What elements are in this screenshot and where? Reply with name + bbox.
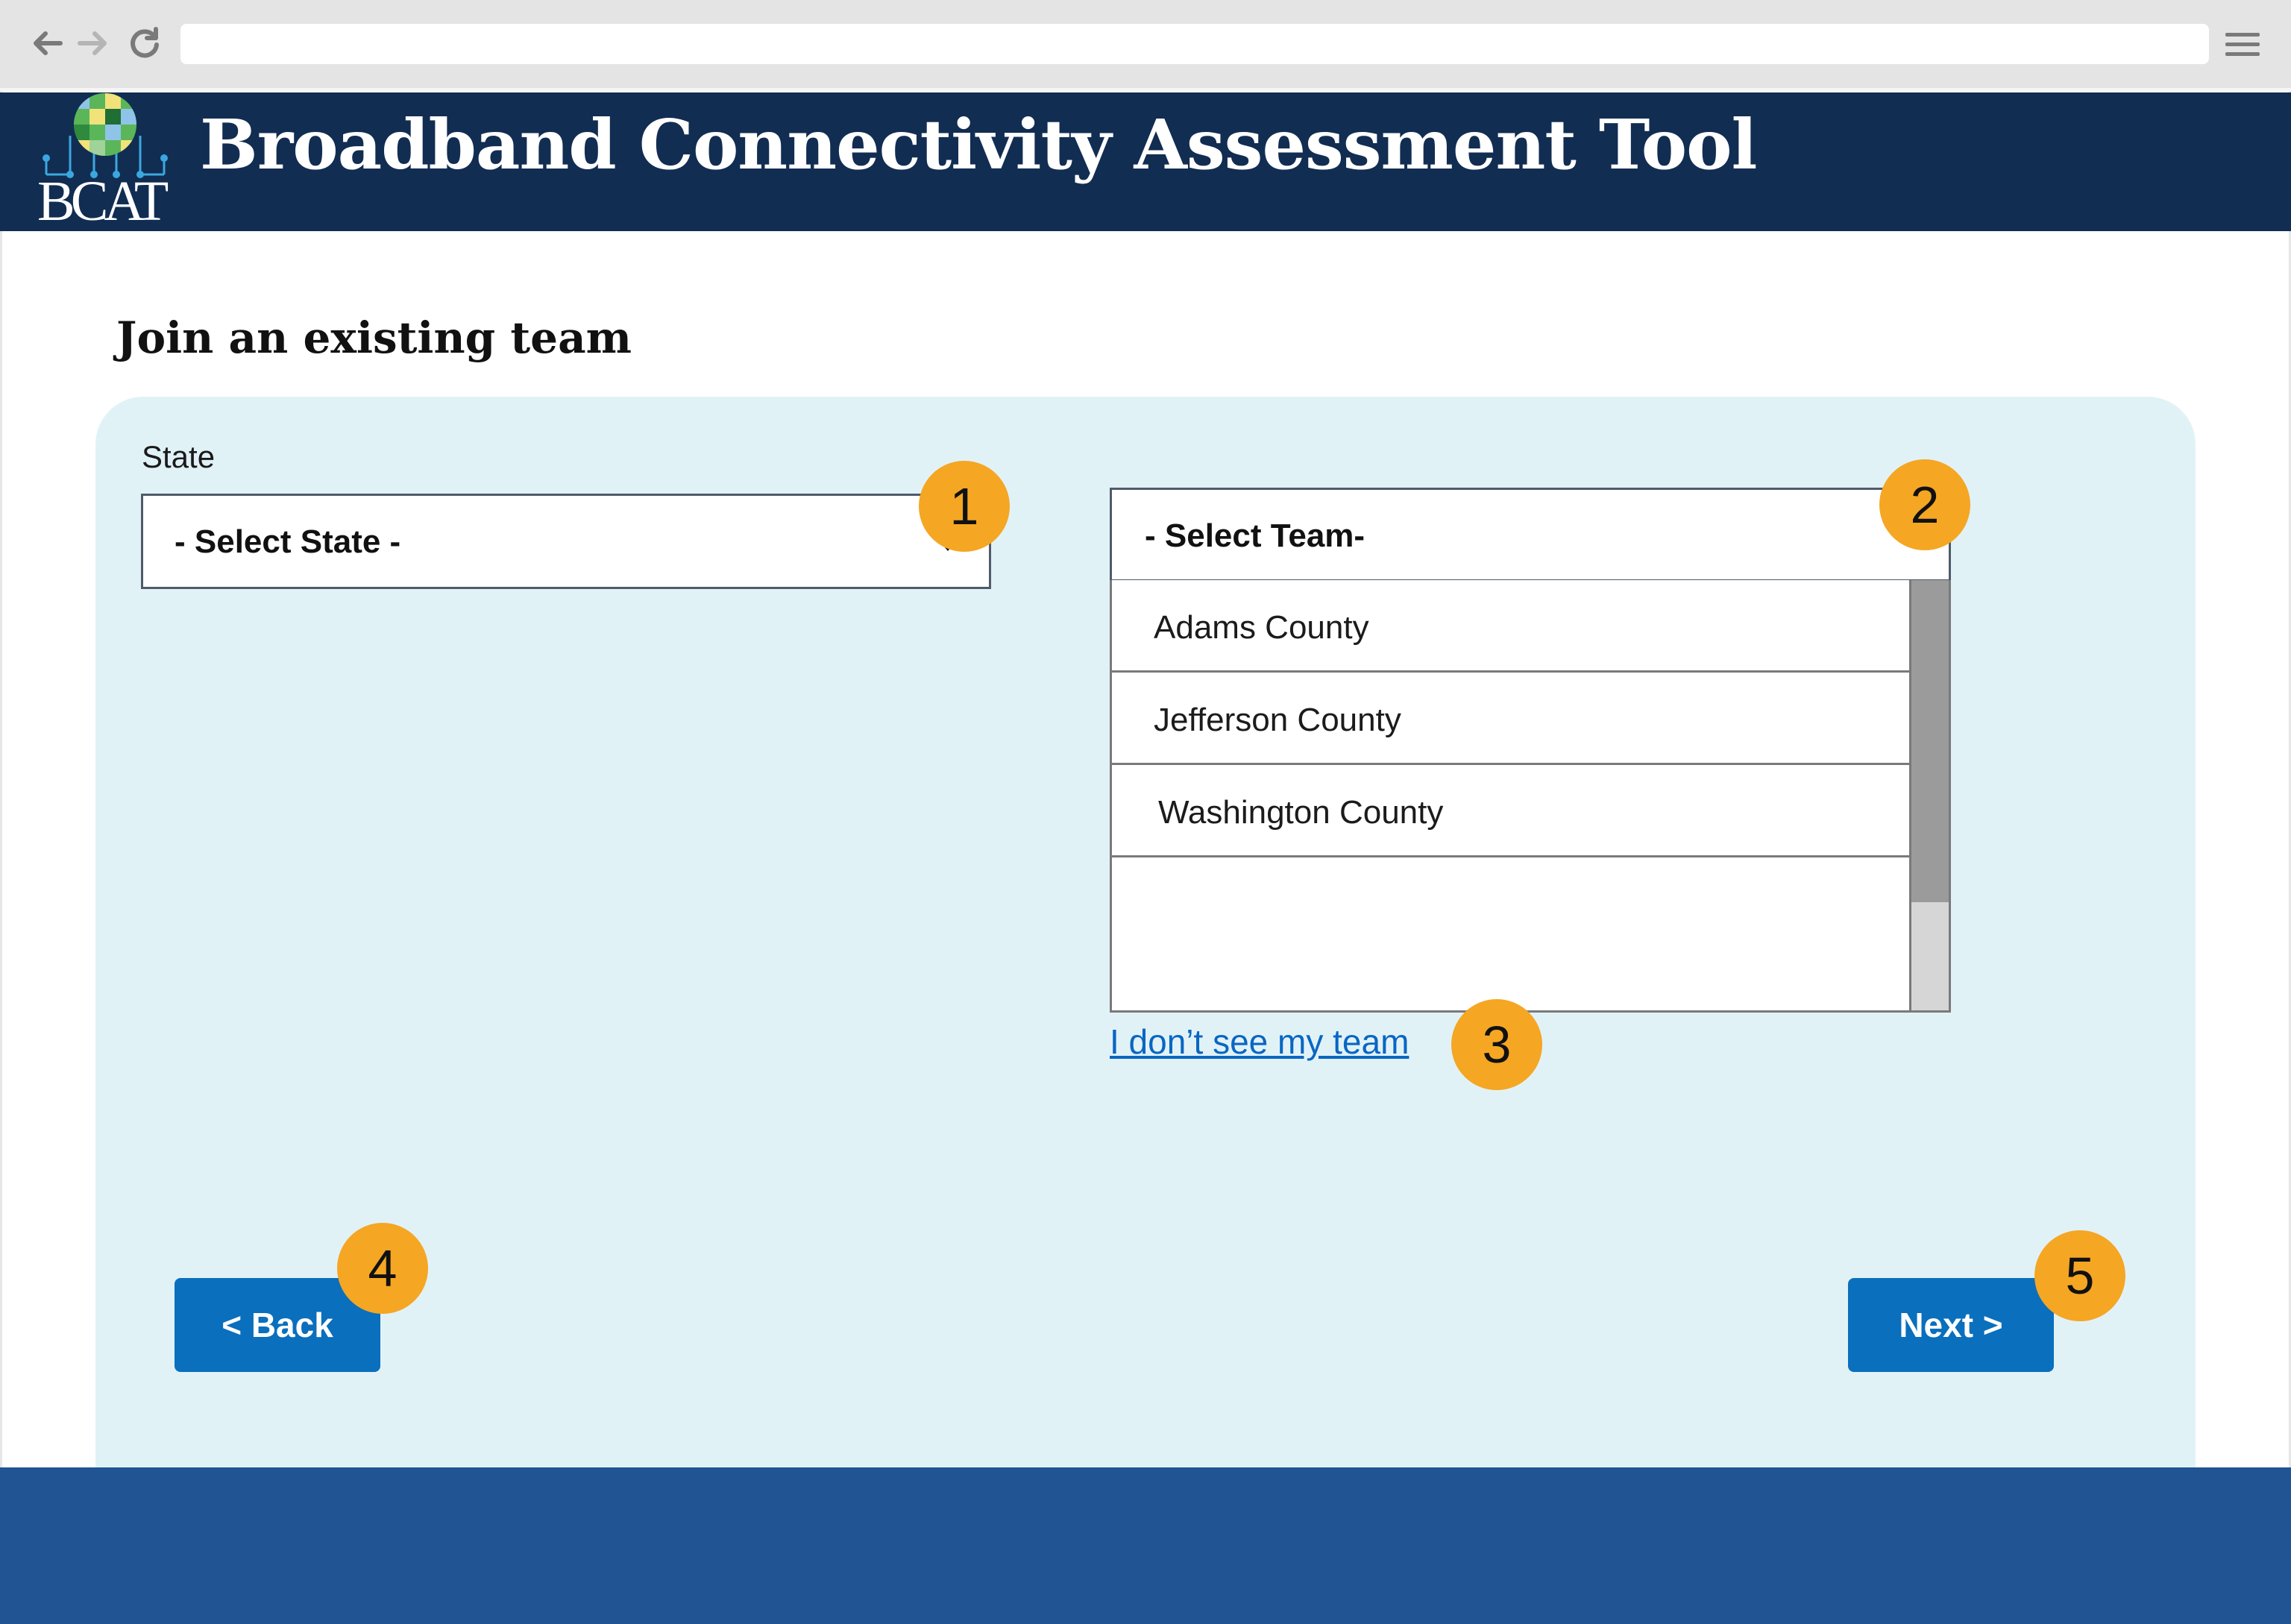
team-option-label: Adams County [1154, 609, 1369, 646]
forward-arrow-icon[interactable] [72, 22, 113, 64]
team-options-list[interactable]: Adams County Jefferson County Washington… [1110, 580, 1951, 1013]
hamburger-menu-icon[interactable] [2225, 27, 2260, 61]
state-select-value: - Select State - [175, 523, 401, 560]
address-bar[interactable] [180, 24, 2209, 64]
app-title: Broadband Connectivity Assessment Tool [200, 104, 1757, 185]
team-select-value: - Select Team- [1145, 517, 1366, 554]
missing-team-link[interactable]: I don’t see my team [1110, 1025, 1409, 1059]
reload-icon[interactable] [124, 22, 166, 64]
page-footer [0, 1467, 2291, 1624]
callout-badge-1: 1 [919, 461, 1010, 552]
scrollbar-thumb[interactable] [1911, 580, 1949, 902]
logo-text: BCAT [37, 170, 169, 233]
team-option-label: Jefferson County [1154, 702, 1401, 738]
team-option-washington[interactable]: Washington County [1112, 765, 1911, 857]
callout-badge-5: 5 [2034, 1230, 2125, 1321]
team-list-scrollbar[interactable] [1909, 580, 1949, 1010]
team-option-adams[interactable]: Adams County [1112, 580, 1911, 673]
team-select[interactable]: - Select Team- [1110, 488, 1951, 582]
next-button[interactable]: Next > [1848, 1278, 2054, 1372]
state-select[interactable]: - Select State - [141, 494, 991, 589]
team-option-jefferson[interactable]: Jefferson County [1112, 673, 1911, 765]
page-title: Join an existing team [116, 312, 632, 363]
callout-badge-2: 2 [1879, 459, 1970, 550]
back-arrow-icon[interactable] [27, 22, 69, 64]
browser-chrome [0, 0, 2291, 91]
state-label: State [142, 439, 216, 474]
callout-badge-4: 4 [337, 1223, 428, 1314]
team-option-label: Washington County [1158, 794, 1444, 831]
callout-badge-3: 3 [1451, 999, 1542, 1090]
